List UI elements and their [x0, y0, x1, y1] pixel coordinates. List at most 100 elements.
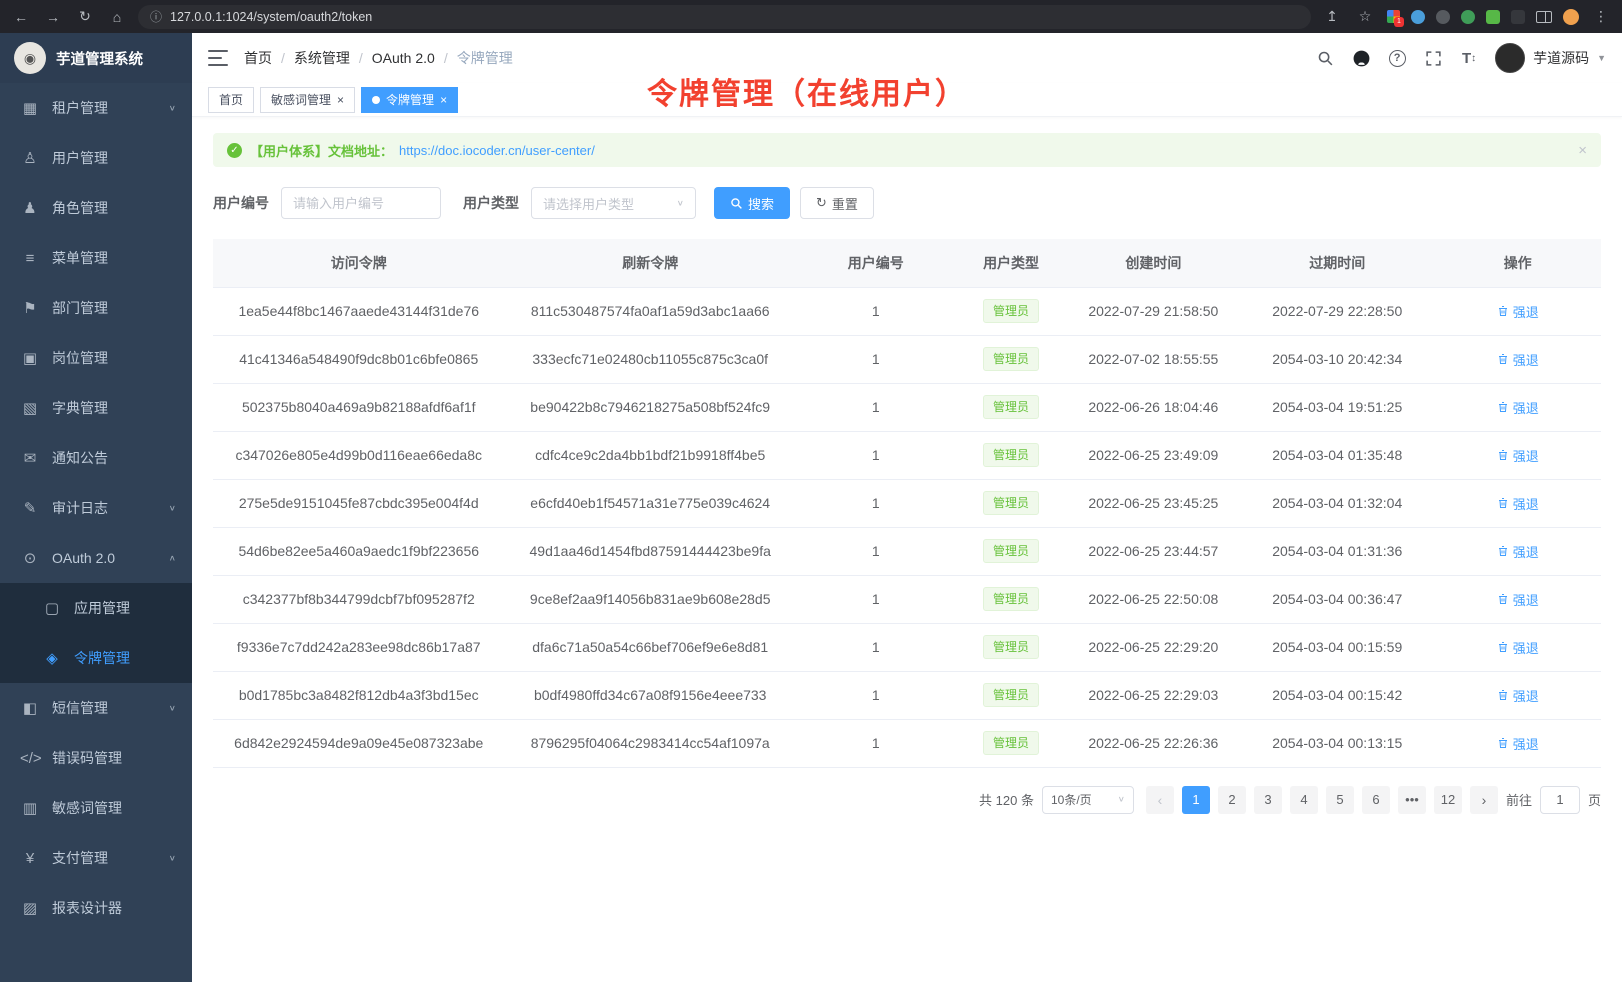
alert-close-icon[interactable]: ×	[1578, 142, 1587, 159]
refresh-token-cell: 49d1aa46d1454fbd87591444423be9fa	[504, 527, 795, 575]
browser-back-button[interactable]: ←	[10, 6, 32, 28]
sidebar-item-app[interactable]: ▢应用管理	[0, 583, 192, 633]
fullscreen-icon[interactable]	[1423, 48, 1443, 68]
sidebar-item-user[interactable]: ♙用户管理	[0, 133, 192, 183]
refresh-token-cell: b0df4980ffd34c67a08f9156e4eee733	[504, 671, 795, 719]
next-page-button[interactable]: ›	[1470, 786, 1498, 814]
browser-home-button[interactable]: ⌂	[106, 6, 128, 28]
sidebar-item-sms[interactable]: ◧短信管理∨	[0, 683, 192, 733]
page-button-4[interactable]: 4	[1290, 786, 1318, 814]
sidebar-item-notice[interactable]: ✉通知公告	[0, 433, 192, 483]
site-info-icon[interactable]: ⓘ	[150, 8, 162, 25]
user-type-cell: 管理员	[956, 287, 1067, 335]
force-logout-button[interactable]: 强退	[1497, 542, 1539, 561]
tab-label: 首页	[219, 91, 243, 108]
browser-forward-button[interactable]: →	[42, 6, 64, 28]
refresh-token-cell: be90422b8c7946218275a508bf524fc9	[504, 383, 795, 431]
page-button-5[interactable]: 5	[1326, 786, 1354, 814]
sidebar-item-dept[interactable]: ⚑部门管理	[0, 283, 192, 333]
breadcrumb-oauth[interactable]: OAuth 2.0	[372, 50, 435, 66]
sidebar-item-label: 用户管理	[52, 148, 108, 168]
goto-page-input[interactable]	[1540, 786, 1580, 814]
help-icon[interactable]: ?	[1387, 48, 1407, 68]
address-bar[interactable]: ⓘ 127.0.0.1:1024/system/oauth2/token	[138, 5, 1311, 29]
page-button-1[interactable]: 1	[1182, 786, 1210, 814]
sidebar-item-label: 令牌管理	[74, 648, 130, 668]
sidebar-item-pay[interactable]: ¥支付管理∨	[0, 833, 192, 883]
tab-sensitive-word[interactable]: 敏感词管理 ×	[260, 87, 355, 113]
filter-form: 用户编号 用户类型 请选择用户类型 ∨ 搜索 ↻ 重置	[213, 187, 1601, 219]
sidebar-item-label: 角色管理	[52, 198, 108, 218]
sidebar-item-token[interactable]: ◈令牌管理	[0, 633, 192, 683]
user-type-select[interactable]: 请选择用户类型 ∨	[531, 187, 696, 219]
sidebar-item-oauth[interactable]: ⊙OAuth 2.0∧	[0, 533, 192, 583]
profile-avatar[interactable]	[1563, 9, 1579, 25]
doc-link[interactable]: https://doc.iocoder.cn/user-center/	[399, 143, 595, 158]
tab-close-icon[interactable]: ×	[337, 94, 344, 106]
sidebar-item-label: OAuth 2.0	[52, 550, 115, 566]
force-logout-button[interactable]: 强退	[1497, 686, 1539, 705]
tab-home[interactable]: 首页	[208, 87, 254, 113]
split-view-icon[interactable]	[1536, 11, 1552, 23]
force-logout-button[interactable]: 强退	[1497, 350, 1539, 369]
sidebar-item-role[interactable]: ♟角色管理	[0, 183, 192, 233]
page-button-12[interactable]: 12	[1434, 786, 1462, 814]
extension-green-icon[interactable]	[1461, 10, 1475, 24]
reset-button[interactable]: ↻ 重置	[800, 187, 874, 219]
browser-reload-button[interactable]: ↻	[74, 6, 96, 28]
github-icon[interactable]	[1351, 48, 1371, 68]
sidebar-collapse-icon[interactable]	[208, 50, 228, 66]
sidebar-item-label: 支付管理	[52, 848, 108, 868]
page-button-3[interactable]: 3	[1254, 786, 1282, 814]
search-button[interactable]: 搜索	[714, 187, 790, 219]
pagination-ellipsis[interactable]: •••	[1398, 786, 1426, 814]
breadcrumb-home[interactable]: 首页	[244, 48, 272, 68]
user-menu[interactable]: 芋道源码 ▼	[1495, 43, 1606, 73]
breadcrumb-separator: /	[359, 50, 363, 66]
trash-icon	[1497, 641, 1509, 653]
extension-puzzle-icon[interactable]	[1486, 10, 1500, 24]
force-logout-button[interactable]: 强退	[1497, 446, 1539, 465]
browser-toolbar: ← → ↻ ⌂ ⓘ 127.0.0.1:1024/system/oauth2/t…	[0, 0, 1622, 33]
extension-dark-icon[interactable]	[1511, 10, 1525, 24]
font-size-icon[interactable]: T↕	[1459, 48, 1479, 68]
sidebar-item-label: 报表设计器	[52, 898, 122, 918]
force-logout-button[interactable]: 强退	[1497, 590, 1539, 609]
breadcrumb-system[interactable]: 系统管理	[294, 48, 350, 68]
force-logout-button[interactable]: 强退	[1497, 302, 1539, 321]
share-icon[interactable]: ↥	[1321, 6, 1343, 28]
extension-blue-icon[interactable]	[1411, 10, 1425, 24]
expires-at-cell: 2054-03-04 00:13:15	[1240, 719, 1434, 767]
header-actions: ? T↕ 芋道源码 ▼	[1315, 43, 1606, 73]
user-id-input[interactable]	[281, 187, 441, 219]
sidebar-item-menu[interactable]: ≡菜单管理	[0, 233, 192, 283]
trash-icon	[1497, 545, 1509, 557]
extensions-grid-icon[interactable]: 1	[1387, 10, 1400, 23]
force-logout-button[interactable]: 强退	[1497, 734, 1539, 753]
app-logo-row[interactable]: ◉ 芋道管理系统	[0, 33, 192, 83]
bookmark-star-icon[interactable]: ☆	[1354, 6, 1376, 28]
page-size-select[interactable]: 10条/页 ∨	[1042, 786, 1134, 814]
sidebar-item-audit[interactable]: ✎审计日志∨	[0, 483, 192, 533]
page-button-2[interactable]: 2	[1218, 786, 1246, 814]
tab-close-icon[interactable]: ×	[440, 94, 447, 106]
sidebar-item-report[interactable]: ▨报表设计器	[0, 883, 192, 933]
user-id-label: 用户编号	[213, 193, 269, 213]
sidebar-item-post[interactable]: ▣岗位管理	[0, 333, 192, 383]
created-at-cell: 2022-06-25 22:29:03	[1067, 671, 1241, 719]
browser-menu-icon[interactable]: ⋮	[1590, 6, 1612, 28]
extension-gray-icon[interactable]	[1436, 10, 1450, 24]
action-cell: 强退	[1434, 431, 1601, 479]
sidebar-item-errcode[interactable]: </>错误码管理	[0, 733, 192, 783]
force-logout-button[interactable]: 强退	[1497, 494, 1539, 513]
tab-token-management[interactable]: 令牌管理 ×	[361, 87, 458, 113]
sidebar-item-tenant[interactable]: ▦租户管理∨	[0, 83, 192, 133]
force-logout-button[interactable]: 强退	[1497, 398, 1539, 417]
prev-page-button[interactable]: ‹	[1146, 786, 1174, 814]
user-type-badge: 管理员	[983, 539, 1039, 563]
force-logout-button[interactable]: 强退	[1497, 638, 1539, 657]
page-button-6[interactable]: 6	[1362, 786, 1390, 814]
sidebar-item-sensitive[interactable]: ▥敏感词管理	[0, 783, 192, 833]
sidebar-item-dict[interactable]: ▧字典管理	[0, 383, 192, 433]
search-icon[interactable]	[1315, 48, 1335, 68]
